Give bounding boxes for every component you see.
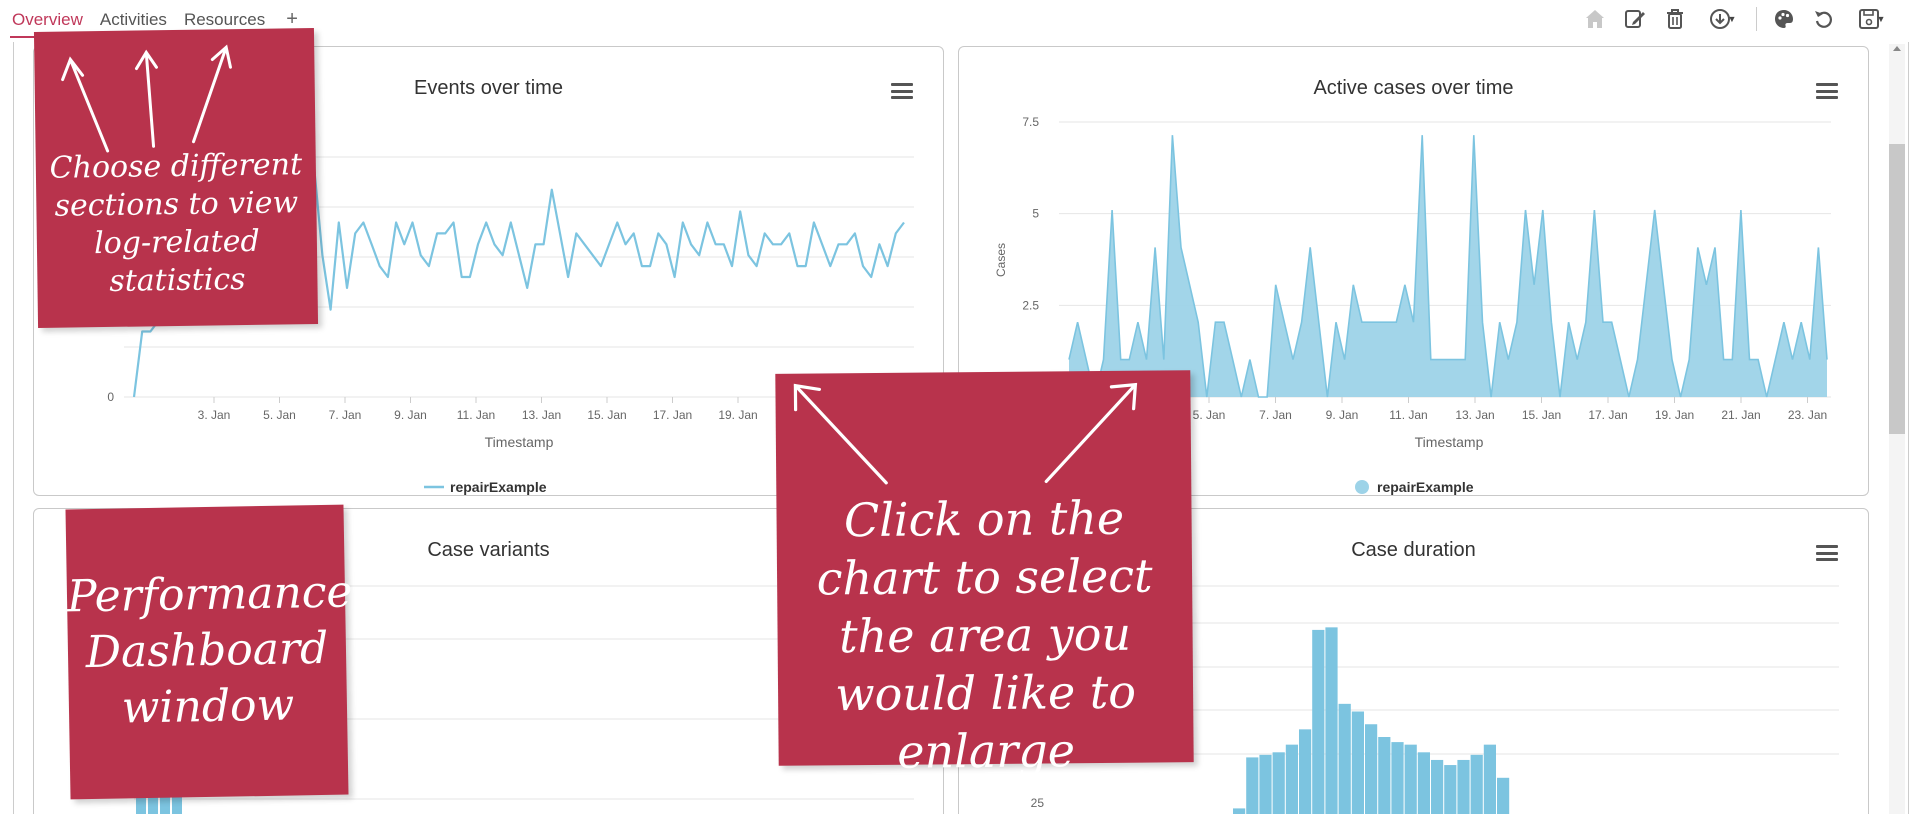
x-tick-label: 19. Jan	[1655, 408, 1694, 422]
y-tick-label: 7.5	[1022, 115, 1039, 129]
bar	[1391, 742, 1404, 814]
undo-icon[interactable]	[1811, 6, 1837, 32]
x-tick-label: 7. Jan	[329, 408, 362, 422]
tutorial-note-sections: Choose different sections to view log-re…	[33, 28, 319, 328]
bar	[1351, 711, 1364, 814]
toolbar-divider	[1756, 7, 1757, 31]
bar	[1246, 757, 1259, 814]
x-tick-label: 21. Jan	[1721, 408, 1760, 422]
bar	[1444, 765, 1457, 814]
x-tick-label: 19. Jan	[718, 408, 757, 422]
download-icon[interactable]: ▼	[1702, 6, 1742, 32]
bar	[1470, 754, 1483, 814]
trash-icon[interactable]	[1662, 6, 1688, 32]
x-axis-label: Timestamp	[1415, 434, 1484, 450]
chevron-down-icon: ▼	[1727, 14, 1737, 24]
bar	[1365, 724, 1378, 814]
y-tick-label: 25	[1031, 796, 1045, 810]
save-icon[interactable]: ▼	[1851, 6, 1891, 32]
bar	[1431, 759, 1444, 814]
x-tick-label: 23. Jan	[1788, 408, 1827, 422]
x-tick-label: 3. Jan	[198, 408, 231, 422]
x-tick-label: 9. Jan	[1326, 408, 1359, 422]
edit-icon[interactable]	[1622, 6, 1648, 32]
x-tick-label: 15. Jan	[587, 408, 626, 422]
note-text: Performance Dashboard window	[66, 566, 353, 734]
x-tick-label: 9. Jan	[394, 408, 427, 422]
legend-symbol	[1355, 480, 1369, 494]
y-tick-label: 2.5	[1022, 298, 1039, 312]
legend-label: repairExample	[1377, 479, 1474, 495]
toolbar: ▼ ▼	[1582, 6, 1891, 32]
y-tick-label: 5	[1032, 207, 1039, 221]
x-tick-label: 11. Jan	[457, 408, 495, 422]
bar	[1325, 627, 1338, 814]
bar	[1378, 737, 1391, 814]
y-axis-label: Cases	[994, 243, 1008, 277]
bar	[1312, 629, 1325, 814]
x-tick-label: 11. Jan	[1389, 408, 1427, 422]
x-tick-label: 17. Jan	[653, 408, 692, 422]
bar	[1417, 752, 1430, 814]
bar	[1457, 759, 1470, 814]
note-text: Choose different sections to view log-re…	[49, 147, 303, 299]
bar	[1338, 703, 1351, 814]
x-tick-label: 15. Jan	[1522, 408, 1561, 422]
tutorial-note-enlarge: Click on the chart to select the area yo…	[775, 370, 1194, 779]
bar	[1299, 729, 1312, 814]
bar	[1272, 752, 1285, 814]
x-tick-label: 17. Jan	[1588, 408, 1627, 422]
bar	[1483, 744, 1496, 814]
scrollbar[interactable]	[1889, 44, 1905, 814]
bar	[1259, 754, 1272, 814]
bar	[1497, 777, 1510, 814]
x-tick-label: 5. Jan	[263, 408, 296, 422]
chevron-down-icon: ▼	[1876, 14, 1886, 24]
tutorial-note-dashboard: Performance Dashboard window	[65, 504, 353, 800]
x-tick-label: 7. Jan	[1259, 408, 1292, 422]
legend-label: repairExample	[450, 479, 547, 495]
home-icon[interactable]	[1582, 6, 1608, 32]
bar	[1285, 744, 1298, 814]
scrollbar-thumb[interactable]	[1889, 144, 1905, 434]
scroll-up-arrow[interactable]	[1893, 46, 1901, 51]
x-tick-label: 13. Jan	[522, 408, 561, 422]
bar	[1404, 744, 1417, 814]
x-tick-label: 13. Jan	[1455, 408, 1494, 422]
x-axis-label: Timestamp	[485, 434, 554, 450]
series-area	[1069, 135, 1827, 397]
bar	[1233, 808, 1246, 814]
palette-icon[interactable]	[1771, 6, 1797, 32]
y-tick-label: 0	[107, 390, 114, 404]
note-text: Click on the chart to select the area yo…	[816, 490, 1153, 779]
x-tick-label: 5. Jan	[1193, 408, 1226, 422]
